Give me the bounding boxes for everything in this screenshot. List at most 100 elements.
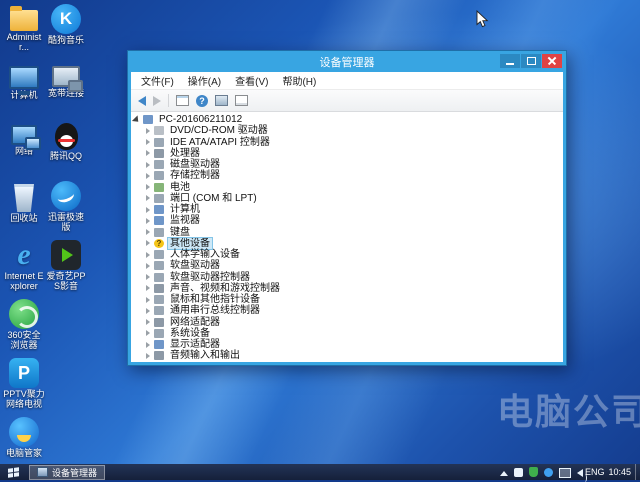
tray-app-icon[interactable]	[514, 468, 523, 477]
tree-item-label[interactable]: 人体学输入设备	[168, 249, 242, 260]
tree-item-label[interactable]: PC-201606211012	[157, 114, 244, 125]
expand-arrow-icon[interactable]	[146, 297, 150, 303]
tree-item-label[interactable]: 软盘驱动器	[168, 260, 222, 271]
props-icon[interactable]	[235, 95, 248, 106]
security-shield-icon[interactable]	[529, 467, 538, 477]
console-icon[interactable]	[176, 95, 189, 106]
tree-item[interactable]: 键盘	[131, 227, 563, 238]
collapse-arrow-icon[interactable]	[132, 115, 141, 124]
tree-item[interactable]: 鼠标和其他指针设备	[131, 294, 563, 305]
tree-item[interactable]: IDE ATA/ATAPI 控制器	[131, 137, 563, 148]
expand-arrow-icon[interactable]	[146, 139, 150, 145]
expand-arrow-icon[interactable]	[146, 184, 150, 190]
desktop-icon-recycle[interactable]: 回收站	[3, 181, 45, 240]
desktop-icon-pptv[interactable]: PPTV聚力网络电视	[3, 358, 45, 417]
tree-item-label[interactable]: 处理器	[168, 148, 202, 159]
scan-icon[interactable]	[215, 95, 228, 106]
expand-arrow-icon[interactable]	[146, 229, 150, 235]
menu-action[interactable]: 操作(A)	[181, 73, 228, 88]
desktop-icon-360[interactable]: 360安全浏览器	[3, 299, 45, 358]
expand-arrow-icon[interactable]	[146, 128, 150, 134]
desktop-icon-computer[interactable]: 计算机	[3, 63, 45, 122]
start-button[interactable]	[0, 464, 26, 480]
desktop-icon-ie[interactable]: Internet Explorer	[3, 240, 45, 299]
hidden-icons-chevron-icon[interactable]	[500, 471, 508, 476]
tree-item-label[interactable]: 键盘	[168, 227, 192, 238]
tree-item[interactable]: 人体学输入设备	[131, 249, 563, 260]
expand-arrow-icon[interactable]	[146, 274, 150, 280]
tree-item[interactable]: 存储控制器	[131, 170, 563, 181]
titlebar[interactable]: 设备管理器	[128, 51, 566, 72]
tree-item[interactable]: 系统设备	[131, 328, 563, 339]
tree-item-label[interactable]: 其他设备	[168, 238, 212, 249]
back-icon[interactable]	[138, 96, 146, 106]
network-tray-icon[interactable]	[559, 468, 571, 478]
expand-arrow-icon[interactable]	[146, 150, 150, 156]
menu-view[interactable]: 查看(V)	[228, 73, 275, 88]
tree-item[interactable]: 通用串行总线控制器	[131, 305, 563, 316]
tree-item[interactable]: ?其他设备	[131, 238, 563, 249]
tree-item[interactable]: 软盘驱动器	[131, 260, 563, 271]
expand-arrow-icon[interactable]	[146, 240, 150, 246]
tree-item-label[interactable]: 软盘驱动器控制器	[168, 272, 252, 283]
tree-item-label[interactable]: 显示适配器	[168, 339, 222, 350]
taskbar-app-device-manager[interactable]: 设备管理器	[29, 465, 105, 480]
expand-arrow-icon[interactable]	[146, 342, 150, 348]
expand-arrow-icon[interactable]	[146, 263, 150, 269]
desktop-icon-xunlei[interactable]: 迅雷极速版	[45, 181, 87, 240]
tree-item[interactable]: 磁盘驱动器	[131, 159, 563, 170]
tree-item-label[interactable]: 存储控制器	[168, 170, 222, 181]
tree-item[interactable]: 软盘驱动器控制器	[131, 272, 563, 283]
tree-item-label[interactable]: 声音、视频和游戏控制器	[168, 283, 282, 294]
tree-item-label[interactable]: 电池	[168, 182, 192, 193]
maximize-button[interactable]	[521, 54, 541, 68]
desktop-icon-broadband[interactable]: 宽带连接	[45, 63, 87, 122]
tree-item-label[interactable]: DVD/CD-ROM 驱动器	[168, 125, 270, 136]
taskbar-clock[interactable]: 10:45	[606, 467, 633, 477]
tree-item-label[interactable]: 网络适配器	[168, 317, 222, 328]
volume-tray-icon[interactable]	[577, 469, 583, 477]
close-button[interactable]	[542, 54, 562, 68]
tree-item-label[interactable]: 计算机	[168, 204, 202, 215]
tree-item-label[interactable]: 通用串行总线控制器	[168, 305, 262, 316]
tree-item-label[interactable]: 系统设备	[168, 328, 212, 339]
tree-item[interactable]: 声音、视频和游戏控制器	[131, 283, 563, 294]
expand-arrow-icon[interactable]	[146, 330, 150, 336]
tree-item[interactable]: 网络适配器	[131, 317, 563, 328]
expand-arrow-icon[interactable]	[146, 195, 150, 201]
desktop-icon-network[interactable]: 网络	[3, 122, 45, 181]
tree-root[interactable]: PC-201606211012	[131, 114, 563, 125]
menu-file[interactable]: 文件(F)	[134, 73, 181, 88]
tree-item-label[interactable]: 音频输入和输出	[168, 350, 242, 361]
tree-item[interactable]: 计算机	[131, 204, 563, 215]
tree-item-label[interactable]: 磁盘驱动器	[168, 159, 222, 170]
expand-arrow-icon[interactable]	[146, 162, 150, 168]
tree-item[interactable]: 电池	[131, 182, 563, 193]
forward-icon[interactable]	[153, 96, 161, 106]
menu-help[interactable]: 帮助(H)	[275, 73, 323, 88]
tree-item-label[interactable]: 端口 (COM 和 LPT)	[168, 193, 259, 204]
desktop-icon-folder[interactable]: Administr...	[3, 4, 45, 63]
tree-item-label[interactable]: 监视器	[168, 215, 202, 226]
tree-item-label[interactable]: 鼠标和其他指针设备	[168, 294, 262, 305]
expand-arrow-icon[interactable]	[146, 218, 150, 224]
tree-item[interactable]: 端口 (COM 和 LPT)	[131, 193, 563, 204]
tree-item[interactable]: DVD/CD-ROM 驱动器	[131, 125, 563, 136]
expand-arrow-icon[interactable]	[146, 308, 150, 314]
desktop-icon-pps[interactable]: 爱奇艺PPS影音	[45, 240, 87, 299]
tree-item[interactable]: 监视器	[131, 215, 563, 226]
tree-item[interactable]: 处理器	[131, 148, 563, 159]
tree-item[interactable]: 音频输入和输出	[131, 350, 563, 361]
show-desktop-button[interactable]	[635, 464, 640, 480]
desktop-icon-qq[interactable]: 腾讯QQ	[45, 122, 87, 181]
help-icon[interactable]	[196, 95, 208, 107]
minimize-button[interactable]	[500, 54, 520, 68]
expand-arrow-icon[interactable]	[146, 285, 150, 291]
qq-tray-icon[interactable]	[544, 468, 553, 477]
expand-arrow-icon[interactable]	[146, 353, 150, 359]
tree-item[interactable]: 显示适配器	[131, 339, 563, 350]
expand-arrow-icon[interactable]	[146, 207, 150, 213]
expand-arrow-icon[interactable]	[146, 319, 150, 325]
expand-arrow-icon[interactable]	[146, 252, 150, 258]
tree-item-label[interactable]: IDE ATA/ATAPI 控制器	[168, 137, 272, 148]
